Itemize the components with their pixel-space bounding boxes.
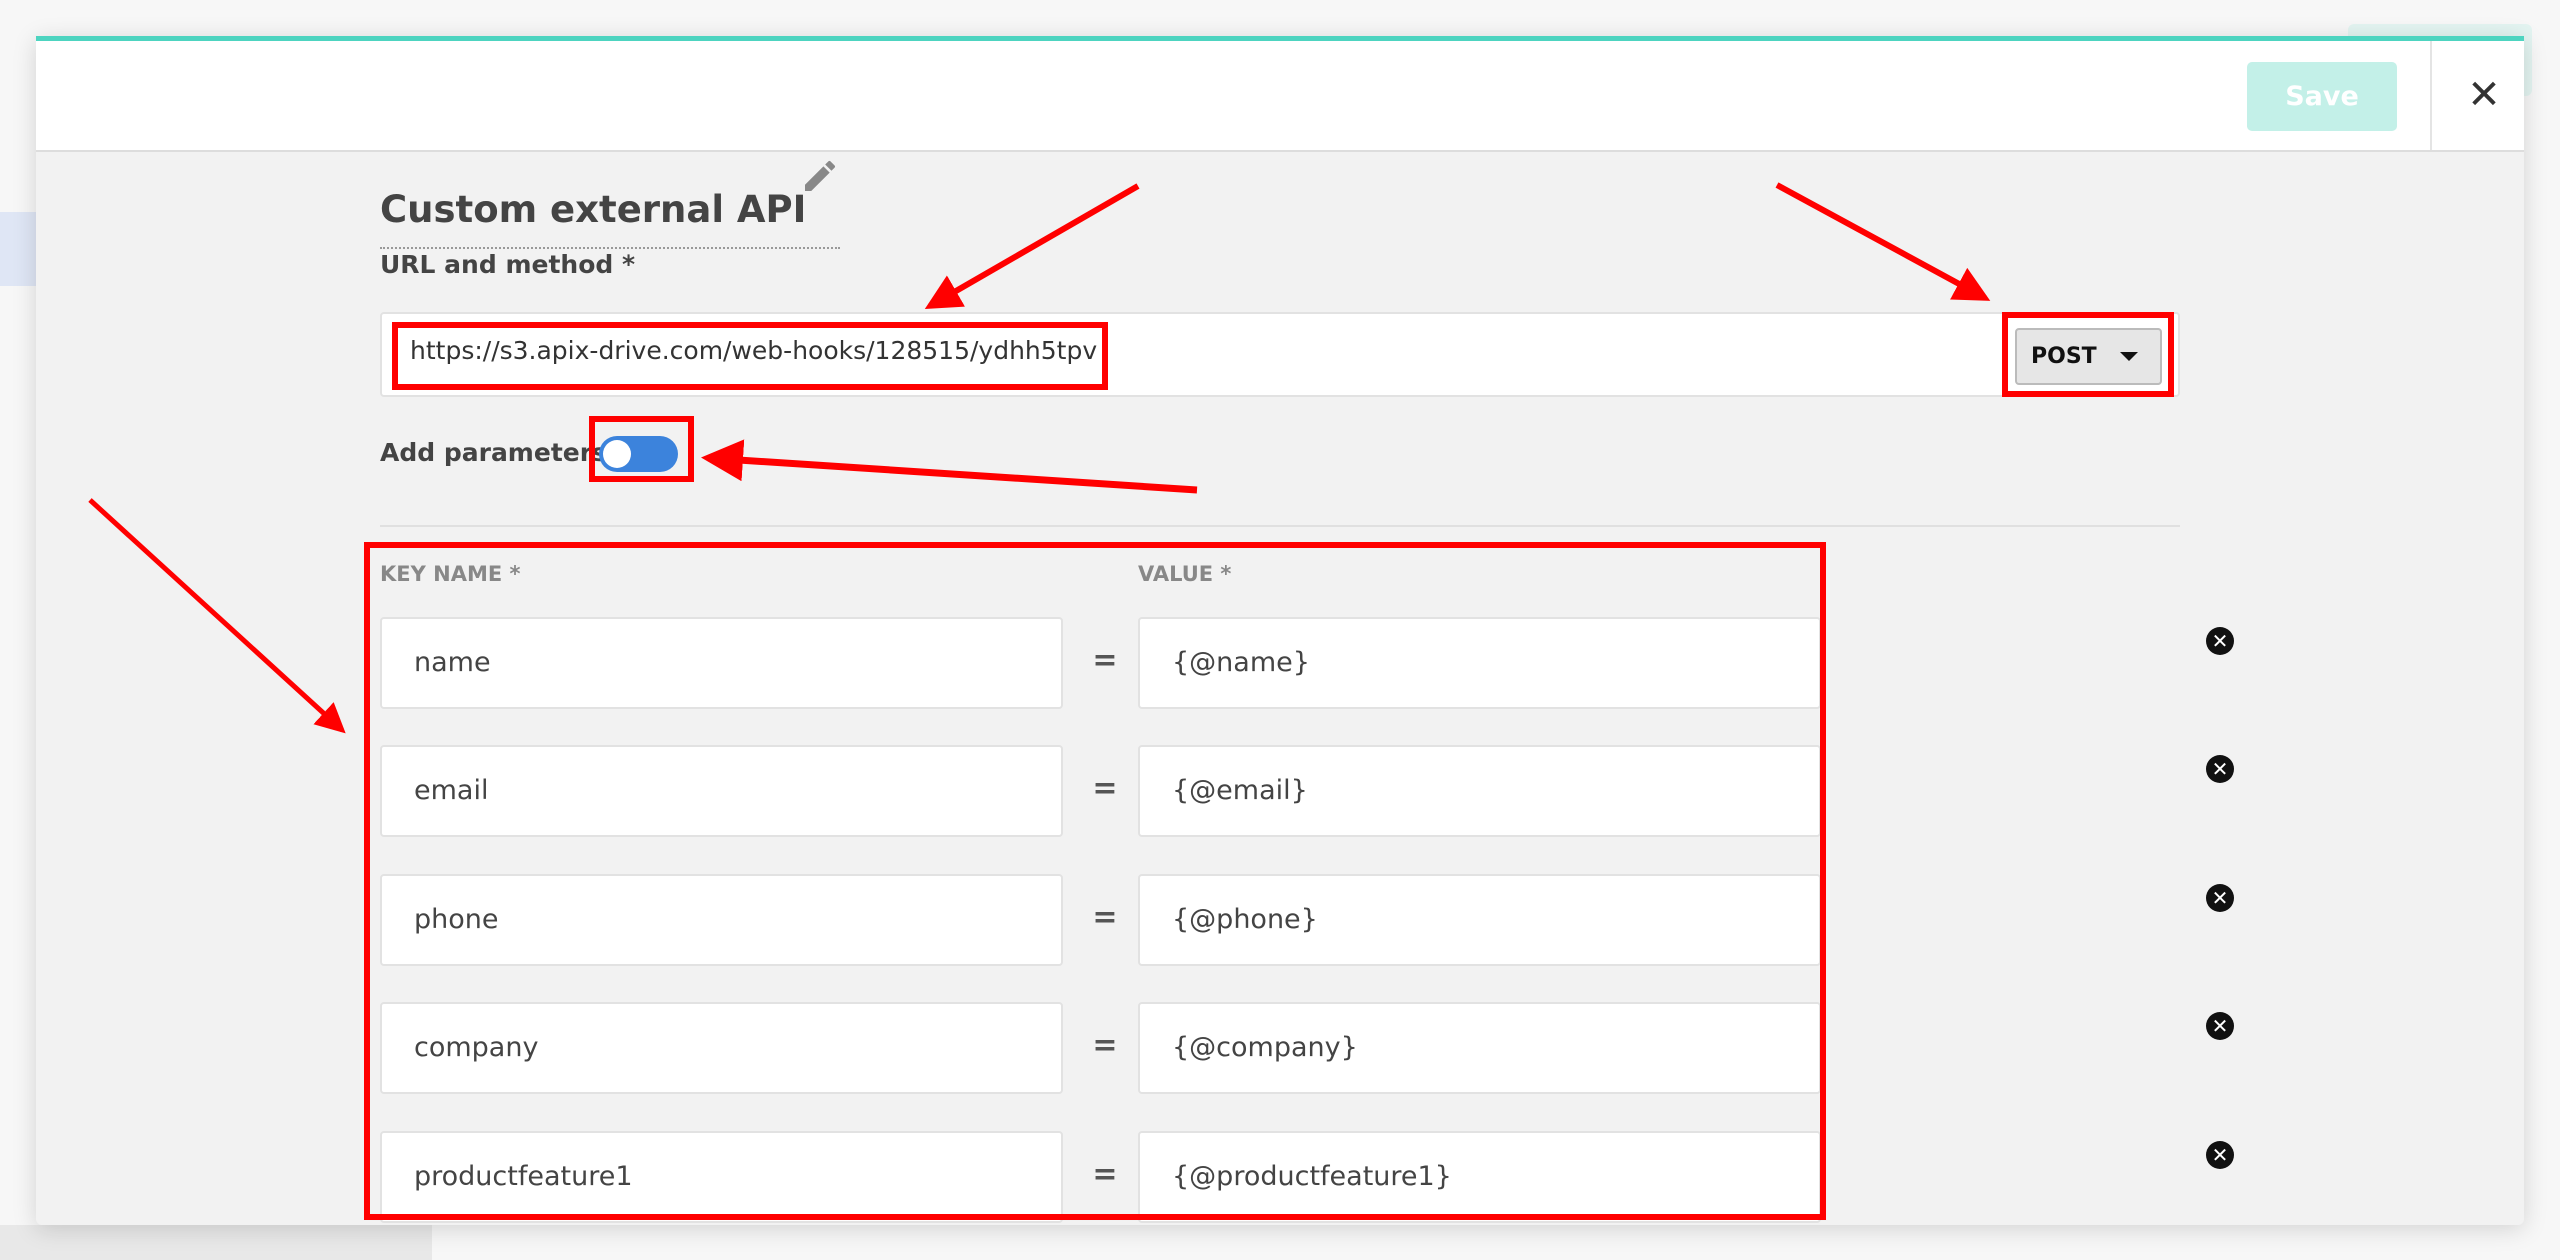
method-select[interactable]: POST xyxy=(2015,328,2162,385)
background-panel xyxy=(0,1225,432,1260)
value-input[interactable]: {@productfeature1} xyxy=(1138,1130,1821,1223)
key-name-header: KEY NAME * xyxy=(380,562,521,586)
divider xyxy=(380,525,2180,527)
title-underline xyxy=(380,247,840,249)
modal: Save ✕ Custom external API URL and metho… xyxy=(36,36,2524,1225)
equals-sign: = xyxy=(1092,1028,1118,1064)
value-input[interactable]: {@name} xyxy=(1138,617,1821,709)
key-name-input[interactable]: company xyxy=(380,1002,1063,1095)
value-input[interactable]: {@phone} xyxy=(1138,873,1821,966)
remove-parameter-icon[interactable]: ✕ xyxy=(2206,883,2234,912)
pencil-icon[interactable] xyxy=(800,156,840,196)
modal-header: Save ✕ xyxy=(36,41,2524,152)
value-input[interactable]: {@email} xyxy=(1138,745,1821,838)
add-parameters-label: Add parameters xyxy=(380,438,607,467)
key-name-input[interactable]: name xyxy=(380,617,1063,709)
add-parameters-toggle[interactable] xyxy=(599,436,678,472)
key-name-input[interactable]: productfeature1 xyxy=(380,1130,1063,1223)
url-method-label: URL and method * xyxy=(380,250,636,279)
key-name-input[interactable]: email xyxy=(380,745,1063,838)
background-panel xyxy=(0,212,36,286)
value-header: VALUE * xyxy=(1138,562,1232,586)
remove-parameter-icon[interactable]: ✕ xyxy=(2206,755,2234,784)
save-button[interactable]: Save xyxy=(2247,62,2397,131)
equals-sign: = xyxy=(1092,1156,1118,1192)
page-title: Custom external API xyxy=(380,188,807,231)
value-input[interactable]: {@company} xyxy=(1138,1002,1821,1095)
url-value[interactable]: https://s3.apix-drive.com/web-hooks/1285… xyxy=(410,336,1097,365)
equals-sign: = xyxy=(1092,899,1118,935)
toggle-knob xyxy=(603,440,631,468)
close-icon[interactable]: ✕ xyxy=(2456,67,2512,123)
divider xyxy=(2430,41,2432,150)
key-name-input[interactable]: phone xyxy=(380,873,1063,966)
remove-parameter-icon[interactable]: ✕ xyxy=(2206,627,2234,655)
remove-parameter-icon[interactable]: ✕ xyxy=(2206,1140,2234,1169)
caret-down-icon xyxy=(2120,352,2138,361)
equals-sign: = xyxy=(1092,643,1118,678)
method-value: POST xyxy=(2031,344,2097,369)
remove-parameter-icon[interactable]: ✕ xyxy=(2206,1012,2234,1041)
equals-sign: = xyxy=(1092,771,1118,807)
